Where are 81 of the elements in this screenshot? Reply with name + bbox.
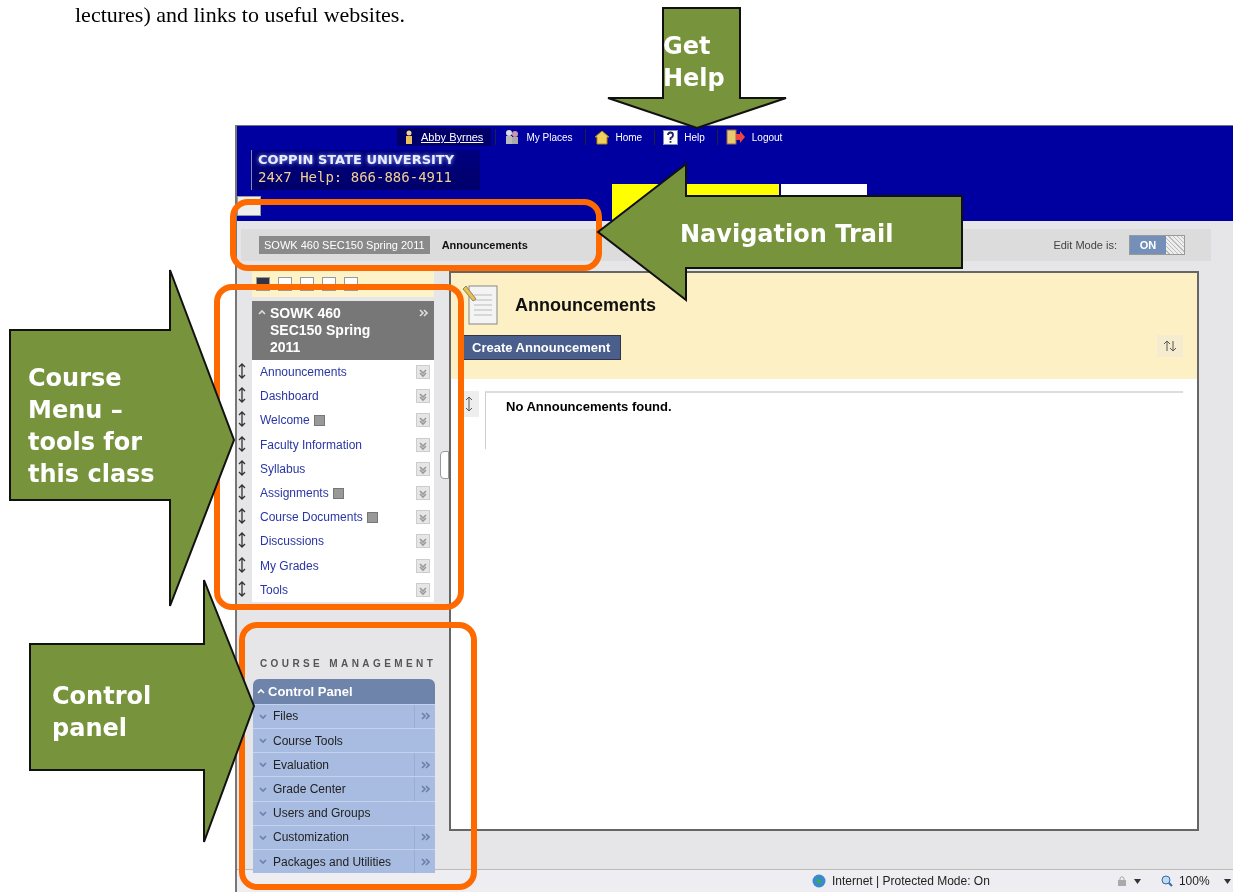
control-panel-item[interactable]: Grade Center	[253, 776, 435, 801]
dropdown-arrow-icon[interactable]	[1133, 878, 1141, 884]
page-title: Announcements	[515, 294, 656, 316]
double-chevron-icon[interactable]	[420, 857, 430, 866]
control-panel-item[interactable]: Course Tools	[253, 728, 435, 753]
drag-handle-icon[interactable]	[238, 580, 246, 597]
university-name: COPPIN STATE UNIVERSITY	[257, 151, 456, 167]
options-menu-icon[interactable]	[416, 486, 430, 501]
zoom-icon	[1160, 875, 1173, 887]
callout-label: Course Menu – tools for this class	[28, 363, 156, 490]
drag-handle-icon[interactable]	[238, 483, 246, 500]
options-menu-icon[interactable]	[416, 389, 430, 404]
collapse-caret-icon[interactable]	[258, 309, 266, 316]
control-panel-item[interactable]: Users and Groups	[253, 800, 435, 825]
expand-caret-icon	[259, 809, 267, 817]
edit-mode-label: Edit Mode is:	[1053, 239, 1117, 251]
course-menu-link[interactable]: My Grades	[260, 558, 319, 573]
expand-caret-icon	[259, 712, 267, 720]
header-link[interactable]: Home	[584, 129, 651, 145]
dropdown-arrow-icon[interactable]	[1223, 878, 1231, 884]
callout-label: Control panel	[52, 681, 153, 744]
drag-handle-icon[interactable]	[238, 363, 246, 379]
expand-caret-icon	[259, 785, 267, 793]
course-menu-link[interactable]: Dashboard	[260, 389, 319, 404]
double-chevron-icon[interactable]	[420, 785, 430, 794]
double-chevron-icon[interactable]	[420, 712, 430, 721]
header-link[interactable]: Logout	[716, 129, 791, 145]
drag-handle-icon[interactable]	[238, 411, 246, 428]
house-icon	[593, 129, 610, 145]
drag-handle-icon[interactable]	[238, 435, 246, 452]
callout-label: Navigation Trail	[680, 219, 895, 250]
control-panel-item[interactable]: Evaluation	[253, 752, 435, 777]
sort-icon[interactable]	[1157, 335, 1183, 357]
globe-icon	[812, 874, 826, 888]
expand-caret-icon	[259, 737, 267, 745]
options-menu-icon[interactable]	[416, 413, 430, 428]
create-announcement-button[interactable]: Create Announcement	[461, 335, 622, 360]
drag-handle-icon[interactable]	[238, 387, 246, 404]
people-icon	[504, 129, 521, 145]
collapse-caret-icon	[257, 687, 265, 695]
control-panel-header[interactable]: Control Panel	[253, 678, 435, 704]
course-menu-link[interactable]: Syllabus	[260, 461, 306, 476]
user-link[interactable]: Abby Byrnes	[397, 128, 492, 146]
options-menu-icon[interactable]	[416, 437, 430, 452]
options-menu-icon[interactable]	[416, 461, 430, 476]
drag-handle-icon[interactable]	[238, 556, 246, 573]
lock-icon[interactable]	[1115, 875, 1128, 887]
expand-caret-icon	[259, 833, 267, 841]
double-chevron-icon[interactable]	[420, 760, 430, 769]
document-pencil-icon	[461, 283, 501, 327]
options-menu-icon[interactable]	[416, 534, 430, 549]
control-panel-item[interactable]: Customization	[253, 824, 435, 849]
drag-handle-icon[interactable]	[238, 459, 246, 476]
callout-label: Get Help	[663, 31, 726, 94]
document-text: lectures) and links to useful websites.	[75, 2, 405, 28]
empty-message: No Announcements found.	[506, 399, 672, 414]
options-menu-icon[interactable]	[416, 365, 430, 380]
expand-caret-icon	[259, 761, 267, 769]
course-menu-link[interactable]: Welcome	[260, 413, 310, 428]
double-chevron-icon[interactable]	[420, 833, 430, 842]
security-zone: Internet | Protected Mode: On	[832, 874, 990, 888]
control-panel-item[interactable]: Files	[253, 703, 435, 729]
course-menu-link[interactable]: Tools	[260, 582, 288, 597]
drag-handle-icon[interactable]	[238, 532, 246, 549]
options-menu-icon[interactable]	[416, 510, 430, 525]
door-arrow-icon	[725, 129, 746, 145]
drag-handle-icon[interactable]	[238, 508, 246, 525]
course-title: SOWK 460 SEC150 Spring 2011	[270, 305, 372, 356]
options-menu-icon[interactable]	[416, 582, 430, 597]
options-menu-icon[interactable]	[416, 558, 430, 573]
header-link[interactable]: Help	[654, 129, 713, 145]
header-link[interactable]: My Places	[495, 129, 581, 145]
zoom-level[interactable]: 100%	[1178, 874, 1210, 888]
help-icon	[663, 129, 679, 145]
section-heading: COURSE MANAGEMENT	[260, 657, 437, 669]
control-panel-item[interactable]: Packages and Utilities	[253, 849, 435, 874]
expand-caret-icon	[259, 858, 267, 866]
person-icon	[405, 130, 413, 144]
breadcrumb-item: Announcements	[441, 239, 528, 251]
collapse-tab[interactable]	[440, 451, 449, 479]
help-line: 24x7 Help: 866-886-4911	[257, 168, 453, 185]
